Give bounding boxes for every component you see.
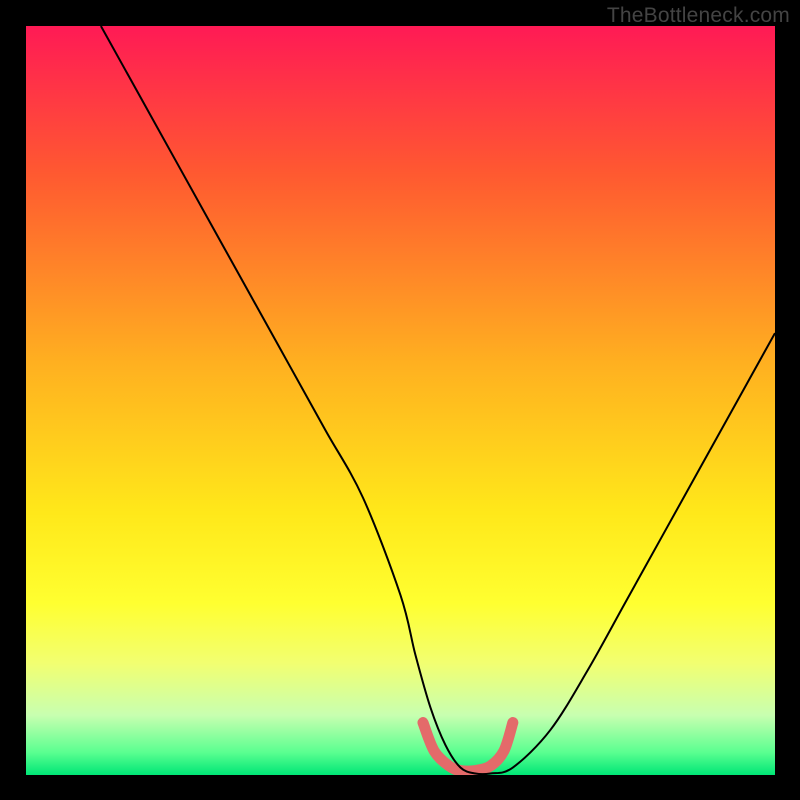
watermark-text: TheBottleneck.com — [607, 4, 790, 28]
bottleneck-chart — [26, 26, 775, 775]
gradient-background — [26, 26, 775, 775]
chart-svg — [26, 26, 775, 775]
